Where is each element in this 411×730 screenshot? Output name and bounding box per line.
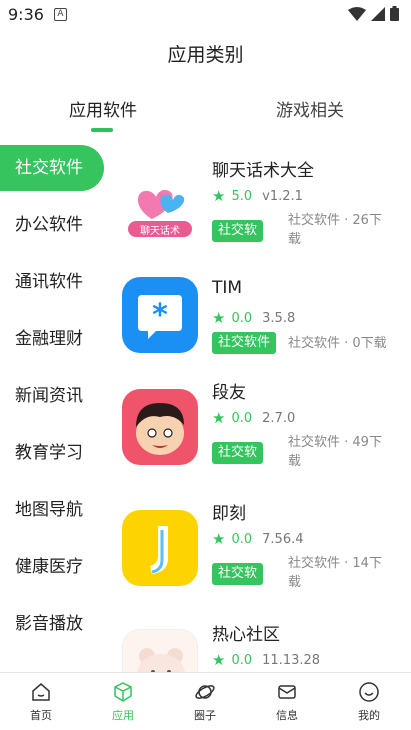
cartoon-face-icon: [122, 389, 198, 465]
app-download-info: 社交软件 · 49下载: [288, 435, 382, 469]
app-name: 段友: [212, 383, 246, 403]
star-icon: ★: [212, 409, 226, 427]
heart-chat-icon: 聊天话术: [122, 167, 198, 243]
nav-circle[interactable]: 圈子: [175, 681, 235, 723]
sidebar-item-health[interactable]: 健康医疗: [0, 544, 104, 590]
app-download-info: 社交软件 · 14下载: [288, 556, 382, 590]
bear-icon: [122, 629, 198, 672]
category-badge: 社交软: [212, 442, 264, 464]
tim-icon: *: [122, 277, 198, 353]
star-icon: ★: [212, 309, 226, 327]
app-rating: 0.0: [231, 652, 253, 668]
nav-label: 信息: [276, 709, 298, 722]
box-icon: [114, 682, 132, 702]
app-rating: 0.0: [231, 310, 253, 326]
app-meta: ★ 0.0 2.7.0: [212, 409, 295, 427]
signal-icon: [371, 6, 385, 21]
app-name: 即刻: [212, 504, 246, 524]
bottom-nav: 首页 应用 圈子 信息 我的: [0, 672, 411, 730]
app-meta: ★ 0.0 11.13.28: [212, 651, 320, 669]
tab-indicator: [91, 128, 113, 132]
page-title: 应用类别: [167, 44, 244, 66]
category-badge: 社交软件: [212, 332, 277, 354]
app-version: 2.7.0: [262, 410, 296, 426]
app-meta: ★ 0.0 3.5.8: [212, 309, 295, 327]
app-name: 聊天话术大全: [212, 161, 314, 181]
app-download-info: 社交软件 · 26下载: [288, 213, 382, 247]
battery-icon: [390, 6, 399, 21]
app-rating: 5.0: [231, 188, 253, 204]
sidebar-item-social[interactable]: 社交软件: [0, 145, 104, 191]
nav-messages[interactable]: 信息: [257, 681, 317, 723]
app-download-info: 社交软件 · 0下载: [288, 336, 387, 351]
app-version: v1.2.1: [262, 188, 303, 204]
nav-profile[interactable]: 我的: [339, 681, 399, 723]
app-version: 7.56.4: [262, 531, 304, 547]
app-meta: ★ 0.0 7.56.4: [212, 530, 304, 548]
tab-apps[interactable]: 应用软件: [69, 96, 137, 121]
nav-label: 首页: [30, 709, 52, 722]
tab-games[interactable]: 游戏相关: [276, 96, 344, 121]
star-icon: ★: [212, 651, 226, 669]
icon-label: 聊天话术: [140, 226, 180, 237]
app-rating: 0.0: [231, 531, 253, 547]
app-list: 聊天话术 聊天话术大全 ★ 5.0 v1.2.1 社交软 社交软件 · 26下载…: [112, 145, 411, 672]
status-bar: 9:36 A: [0, 0, 411, 30]
nav-label: 我的: [358, 709, 380, 722]
app-rating: 0.0: [231, 410, 253, 426]
jike-icon: [122, 510, 198, 586]
home-icon: [32, 683, 50, 701]
app-meta: ★ 5.0 v1.2.1: [212, 187, 303, 205]
nav-label: 应用: [112, 709, 134, 722]
app-version: 3.5.8: [262, 310, 296, 326]
sidebar-item-office[interactable]: 办公软件: [0, 202, 104, 248]
star-icon: ★: [212, 187, 226, 205]
app-version: 11.13.28: [262, 652, 321, 668]
wifi-icon: [348, 6, 366, 21]
category-badge: 社交软: [212, 220, 264, 242]
category-tabs: 应用软件 游戏相关: [0, 96, 411, 136]
mail-icon: [278, 685, 296, 699]
planet-icon: [195, 685, 215, 699]
sidebar-item-education[interactable]: 教育学习: [0, 430, 104, 476]
star-icon: ★: [212, 530, 226, 548]
status-time: 9:36: [8, 5, 44, 24]
category-badge: 社交软: [212, 563, 264, 585]
sidebar-item-finance[interactable]: 金融理财: [0, 316, 104, 362]
nav-apps[interactable]: 应用: [93, 681, 153, 723]
nav-home[interactable]: 首页: [11, 681, 71, 723]
status-icons: [348, 6, 399, 21]
app-name: 热心社区: [212, 625, 280, 645]
notification-icon: A: [54, 8, 67, 21]
sidebar-item-media[interactable]: 影音播放: [0, 601, 104, 647]
sidebar-item-communication[interactable]: 通讯软件: [0, 259, 104, 305]
svg-text:*: *: [152, 298, 168, 333]
sidebar-item-news[interactable]: 新闻资讯: [0, 373, 104, 419]
smile-icon: [359, 682, 379, 702]
app-name: TIM: [212, 278, 243, 298]
sidebar-item-map[interactable]: 地图导航: [0, 487, 104, 533]
nav-label: 圈子: [194, 709, 216, 722]
